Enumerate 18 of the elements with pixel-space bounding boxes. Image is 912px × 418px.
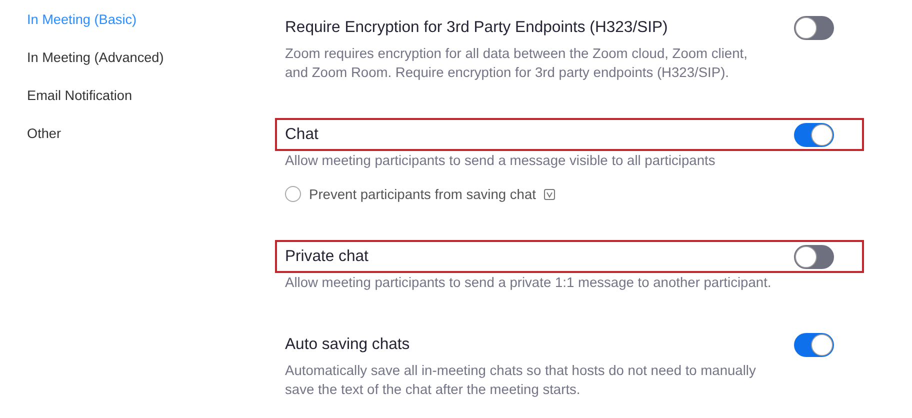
- toggle-switch[interactable]: [794, 244, 834, 268]
- toggle-switch[interactable]: [794, 16, 834, 40]
- setting-description: Automatically save all in-meeting chats so that hosts do not need to manually save the text of the chat after the meeting starts.: [284, 362, 757, 399]
- setting-title: Require Encryption for 3rd Party Endpoints (H323/SIP): [285, 18, 668, 36]
- setting-description: Allow meeting participants to send a message visible to all participants: [284, 152, 716, 170]
- info-icon[interactable]: [544, 188, 555, 200]
- toggle-switch[interactable]: [794, 332, 834, 356]
- setting-description: Allow meeting participants to send a private 1:1 message to another participant.: [284, 274, 772, 292]
- sidebar-item[interactable]: In Meeting (Advanced): [27, 48, 275, 67]
- sidebar-item[interactable]: Other: [27, 124, 275, 143]
- checkbox-label: Prevent participants from saving chat: [309, 186, 536, 202]
- checkbox[interactable]: [285, 186, 301, 202]
- sidebar-item[interactable]: Email Notification: [27, 86, 275, 105]
- setting-title: Chat: [285, 126, 318, 144]
- toggle-switch[interactable]: [794, 122, 834, 146]
- setting-title: Auto saving chats: [285, 336, 410, 354]
- setting-description: Zoom requires encryption for all data between the Zoom cloud, Zoom client, and Zoom Room. Require encryption for 3rd party endpoints (H323/SIP).: [284, 45, 748, 82]
- setting-title: Private chat: [285, 248, 368, 266]
